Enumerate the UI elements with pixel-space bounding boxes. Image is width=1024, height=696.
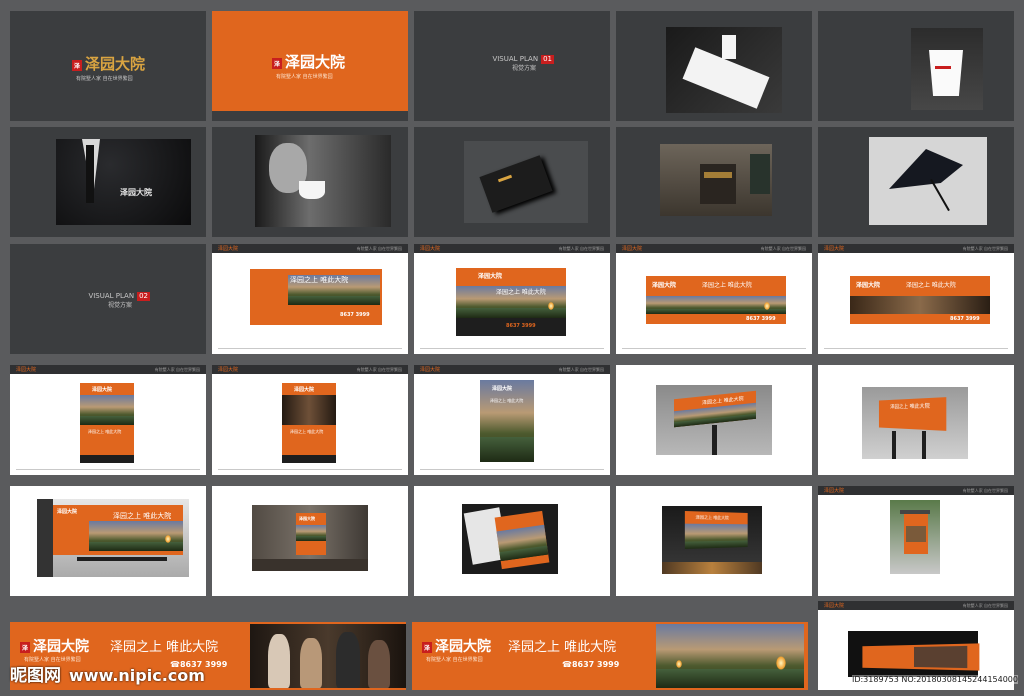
- brand-logo: 泽泽园大院: [272, 51, 345, 72]
- visual-plan-heading: VISUAL PLAN 01 视觉方案: [492, 55, 554, 72]
- slide-business-card[interactable]: [414, 127, 610, 237]
- slide-ad-print-3[interactable]: 泽园大院 有院墅人家 自在世界繁园 泽园大院 泽园之上 唯此大院 8637 399…: [616, 244, 812, 354]
- slide-visual-plan-02[interactable]: VISUAL PLAN 02 视觉方案: [10, 244, 206, 354]
- print-ad: 泽园大院 泽园之上 唯此大院 8637 3999: [456, 268, 566, 336]
- print-ad: 泽园大院 泽园之上 唯此大院 8637 3999: [850, 276, 990, 324]
- section-number-badge: 02: [137, 292, 150, 301]
- brand-slogan: 有院墅人家 自在世界繁园: [76, 76, 133, 82]
- slide-bus-shelter[interactable]: 泽园大院 有院墅人家 自在世界繁园: [818, 486, 1014, 596]
- seal-icon: 泽: [20, 641, 31, 653]
- brand-logo: 泽泽园大院: [422, 639, 492, 655]
- slide-poster-2[interactable]: 泽园大院 有院墅人家 自在世界繁园 泽园大院 泽园之上 唯此大院: [212, 365, 408, 475]
- wall-ad-photo: 泽园之上 唯此大院: [662, 506, 762, 574]
- umbrella-icon: [889, 149, 963, 189]
- poster: 泽园大院 泽园之上 唯此大院: [480, 380, 534, 462]
- building-photo: [660, 144, 772, 216]
- seal-icon: 泽: [72, 59, 83, 71]
- hoarding-photo: [848, 631, 980, 677]
- visual-plan-heading: VISUAL PLAN 02 视觉方案: [88, 292, 150, 309]
- slide-wall-ad[interactable]: 泽园之上 唯此大院: [616, 486, 812, 596]
- card-photo: [464, 141, 588, 223]
- poster: 泽园大院 泽园之上 唯此大院: [80, 383, 134, 463]
- section-number-badge: 01: [541, 55, 554, 64]
- slide-building-sign[interactable]: [616, 127, 812, 237]
- slide-envelope[interactable]: [616, 11, 812, 121]
- slide-ad-print-4[interactable]: 泽园大院 有院墅人家 自在世界繁园 泽园大院 泽园之上 唯此大院 8637 399…: [818, 244, 1014, 354]
- banner-headline: 泽园之上 唯此大院: [508, 640, 617, 655]
- banner-phone: ☎8637 3999: [562, 660, 620, 669]
- slide-logo-orange[interactable]: 泽泽园大院 有院墅人家 自在世界繁园: [212, 11, 408, 121]
- building-billboard-photo: 泽园大院 泽园之上 唯此大院: [37, 499, 189, 577]
- slide-brochure[interactable]: [414, 486, 610, 596]
- umbrella-photo: [869, 137, 987, 225]
- slide-ad-print-1[interactable]: 泽园大院 有院墅人家 自在世界繁园 泽园之上 唯此大院 8637 3999: [212, 244, 408, 354]
- slide-billboard-1[interactable]: 泽园之上 唯此大院: [616, 365, 812, 475]
- brand-logo: 泽泽园大院: [20, 639, 90, 655]
- logo-text: 泽园大院: [285, 53, 346, 71]
- large-banner-2[interactable]: 泽泽园大院 有院墅人家 自在世界繁园 泽园之上 唯此大院 ☎8637 3999: [412, 622, 808, 690]
- print-ad: 泽园之上 唯此大院 8637 3999: [250, 269, 382, 325]
- bus-shelter-photo: [890, 500, 940, 574]
- billboard-photo: 泽园之上 唯此大院: [656, 385, 772, 455]
- slide-suit[interactable]: 泽园大院: [10, 127, 206, 237]
- slide-poster-3[interactable]: 泽园大院 有院墅人家 自在世界繁园 泽园大院 泽园之上 唯此大院: [414, 365, 610, 475]
- man-photo: [255, 135, 391, 227]
- slide-billboard-2[interactable]: 泽园之上 唯此大院: [818, 365, 1014, 475]
- site-watermark: 昵图网 www.nipic.com: [10, 666, 205, 686]
- slide-wall-billboard[interactable]: 泽园大院 泽园之上 唯此大院: [10, 486, 206, 596]
- brand-slogan: 有院墅人家 自在世界繁园: [276, 74, 333, 80]
- slide-visual-plan-01[interactable]: VISUAL PLAN 01 视觉方案: [414, 11, 610, 121]
- print-ad: 泽园大院 泽园之上 唯此大院 8637 3999: [646, 276, 786, 324]
- slide-paper-cup[interactable]: [818, 11, 1014, 121]
- seal-icon: 泽: [422, 641, 433, 653]
- slide-man-coffee[interactable]: [212, 127, 408, 237]
- logo-text: 泽园大院: [85, 55, 146, 73]
- slide-ad-print-2[interactable]: 泽园大院 有院墅人家 自在世界繁园 泽园大院 泽园之上 唯此大院 8637 399…: [414, 244, 610, 354]
- cup-photo: [911, 28, 983, 110]
- poster: 泽园大院 泽园之上 唯此大院: [282, 383, 336, 463]
- image-id-text: ID:3189753 NO:20180308145244154000: [851, 675, 1018, 684]
- brochure-photo: [462, 504, 558, 574]
- slide-poster-1[interactable]: 泽园大院 有院墅人家 自在世界繁园 泽园大院 泽园之上 唯此大院: [10, 365, 206, 475]
- banner-headline: 泽园之上 唯此大院: [110, 640, 219, 655]
- suit-photo: 泽园大院: [56, 139, 191, 225]
- brand-logo: 泽泽园大院: [72, 53, 145, 74]
- pin-logo: 泽园大院: [120, 187, 152, 197]
- street-photo: 泽园大院: [252, 505, 368, 571]
- seal-icon: 泽: [272, 57, 283, 69]
- slide-umbrella[interactable]: [818, 127, 1014, 237]
- slide-logo-dark[interactable]: 泽泽园大院 有院墅人家 自在世界繁园: [10, 11, 206, 121]
- billboard-photo: 泽园之上 唯此大院: [862, 387, 968, 459]
- people-photo: [250, 624, 406, 688]
- estate-photo: [656, 624, 804, 688]
- slide-street-lightbox[interactable]: 泽园大院: [212, 486, 408, 596]
- envelope-photo: [666, 27, 782, 113]
